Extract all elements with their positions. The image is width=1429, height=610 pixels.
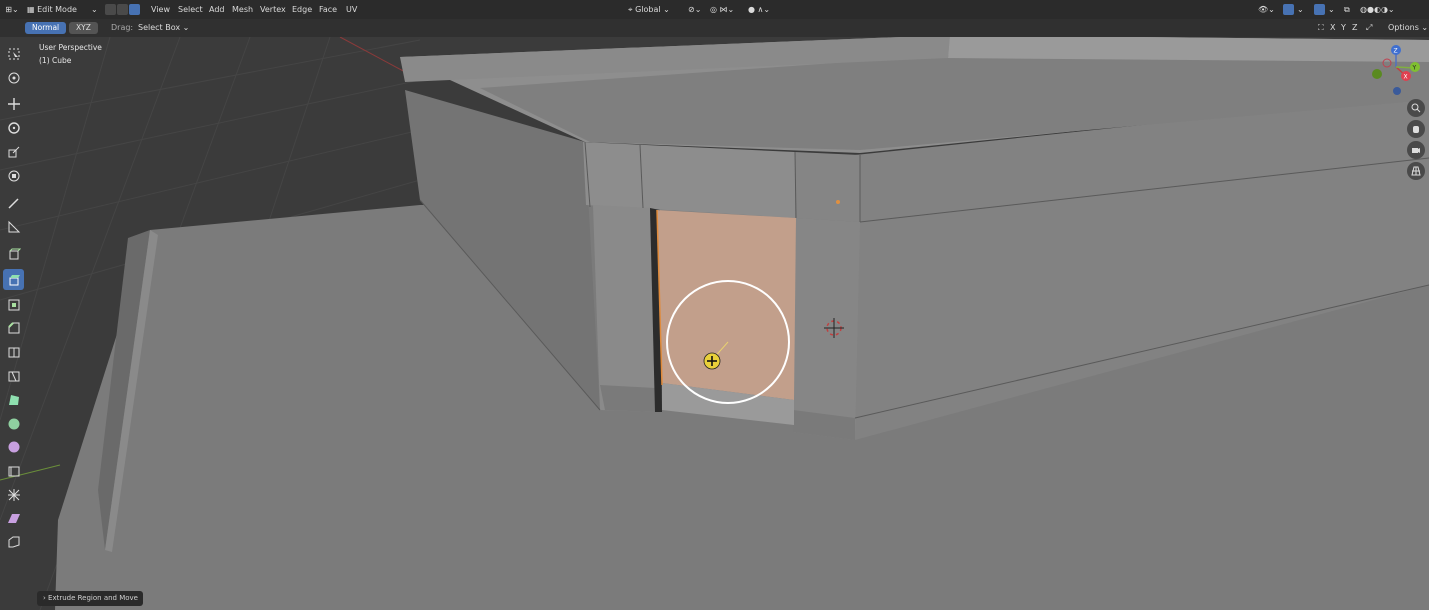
rotate-icon[interactable]: [3, 117, 24, 138]
mode-label: Edit Mode: [37, 5, 77, 14]
options-label: Options: [1388, 23, 1419, 32]
pivot-point-icon[interactable]: ⊘⌄: [688, 0, 701, 19]
add-cube-icon[interactable]: [3, 243, 24, 264]
camera-view-icon[interactable]: [1407, 141, 1425, 159]
orientation-icon: ⌖: [628, 5, 636, 14]
chevron-down-icon: ⌄: [91, 5, 98, 14]
last-operator-panel[interactable]: › Extrude Region and Move: [37, 591, 143, 606]
move-icon[interactable]: [3, 93, 24, 114]
knife-icon[interactable]: [3, 365, 24, 386]
axis-z-toggle[interactable]: Z: [1352, 19, 1357, 37]
loop-cut-icon[interactable]: [3, 341, 24, 362]
pan-hand-icon[interactable]: [1407, 120, 1425, 138]
menu-select[interactable]: Select: [178, 0, 203, 19]
3d-viewport[interactable]: Z X Y: [0, 0, 1429, 610]
gizmo-x-label: X: [1404, 74, 1408, 81]
editor-type-icon[interactable]: ⊞⌄: [4, 0, 20, 19]
xray-icon[interactable]: ⧉: [1344, 0, 1350, 19]
face-select-icon[interactable]: [129, 4, 140, 15]
edge-select-icon[interactable]: [117, 4, 128, 15]
edit-mode-icon: ▦: [27, 5, 38, 14]
menu-uv[interactable]: UV: [346, 0, 357, 19]
vertex-select-icon[interactable]: [105, 4, 116, 15]
mode-selector[interactable]: ▦ Edit Mode ⌄: [27, 0, 99, 19]
gizmo-y-label: Y: [1412, 65, 1417, 72]
rip-region-icon[interactable]: [3, 531, 24, 552]
select-box-icon[interactable]: [3, 43, 24, 64]
zoom-icon[interactable]: [1407, 99, 1425, 117]
shrink-fatten-icon[interactable]: [3, 484, 24, 505]
menu-face[interactable]: Face: [319, 0, 337, 19]
menu-edge[interactable]: Edge: [292, 0, 312, 19]
perspective-toggle-icon[interactable]: [1407, 162, 1425, 180]
overlay-toggle-icon[interactable]: [1314, 4, 1325, 15]
viewport-header: ⊞⌄ ▦ Edit Mode ⌄ View Select Add Mesh Ver…: [0, 0, 1429, 19]
edge-slide-icon[interactable]: [3, 460, 24, 481]
tool-shelf: [0, 40, 28, 560]
cursor-icon[interactable]: [3, 67, 24, 88]
gizmo-z-label: Z: [1394, 48, 1398, 55]
viewport-perspective-label: User Perspective: [39, 43, 102, 52]
orientation-normal-button[interactable]: Normal: [25, 22, 67, 34]
auto-merge-icon[interactable]: ⤢: [1366, 19, 1372, 37]
shading-modes-icon[interactable]: ◍●◐◑⌄: [1360, 0, 1395, 19]
transform-orientation[interactable]: ⌖ Global ⌄: [628, 0, 670, 19]
drag-value: Select Box: [138, 23, 181, 32]
viewport-object-label: (1) Cube: [39, 56, 72, 65]
measure-icon[interactable]: [3, 216, 24, 237]
transform-icon[interactable]: [3, 165, 24, 186]
proportional-edit-icon[interactable]: ● ∧⌄: [748, 0, 770, 19]
object-origin: [836, 200, 840, 204]
last-operator-label: Extrude Region and Move: [48, 594, 138, 602]
menu-mesh[interactable]: Mesh: [232, 0, 253, 19]
axis-x-toggle[interactable]: X: [1330, 19, 1335, 37]
options-menu[interactable]: Options ⌄: [1388, 19, 1428, 37]
tool-header: [0, 19, 1429, 37]
bevel-icon[interactable]: [3, 317, 24, 338]
poly-build-icon[interactable]: [3, 389, 24, 410]
selected-face[interactable]: [657, 210, 796, 400]
drag-label: Drag:: [111, 23, 134, 32]
axis-y-toggle[interactable]: Y: [1341, 19, 1346, 37]
gizmo-chevron-icon[interactable]: ⌄: [1297, 0, 1304, 19]
menu-view[interactable]: View: [151, 0, 170, 19]
extrude-region-icon[interactable]: [3, 269, 24, 290]
drag-select[interactable]: Select Box ⌄: [138, 19, 189, 37]
menu-add[interactable]: Add: [209, 0, 225, 19]
orientation-xyz-button[interactable]: XYZ: [69, 22, 98, 34]
scale-icon[interactable]: [3, 141, 24, 162]
mirror-icon: ⛶: [1318, 23, 1324, 32]
annotate-icon[interactable]: [3, 192, 24, 213]
smooth-icon[interactable]: [3, 436, 24, 457]
shear-icon[interactable]: [3, 507, 24, 528]
gizmo-toggle-icon[interactable]: [1283, 4, 1294, 15]
menu-vertex[interactable]: Vertex: [260, 0, 286, 19]
orientation-label: Global: [635, 5, 661, 14]
inset-faces-icon[interactable]: [3, 294, 24, 315]
snap-icon[interactable]: ◎ ⋈⌄: [710, 0, 734, 19]
visibility-icon[interactable]: 👁⌄: [1258, 0, 1275, 19]
spin-icon[interactable]: [3, 413, 24, 434]
overlay-chevron-icon[interactable]: ⌄: [1328, 0, 1335, 19]
